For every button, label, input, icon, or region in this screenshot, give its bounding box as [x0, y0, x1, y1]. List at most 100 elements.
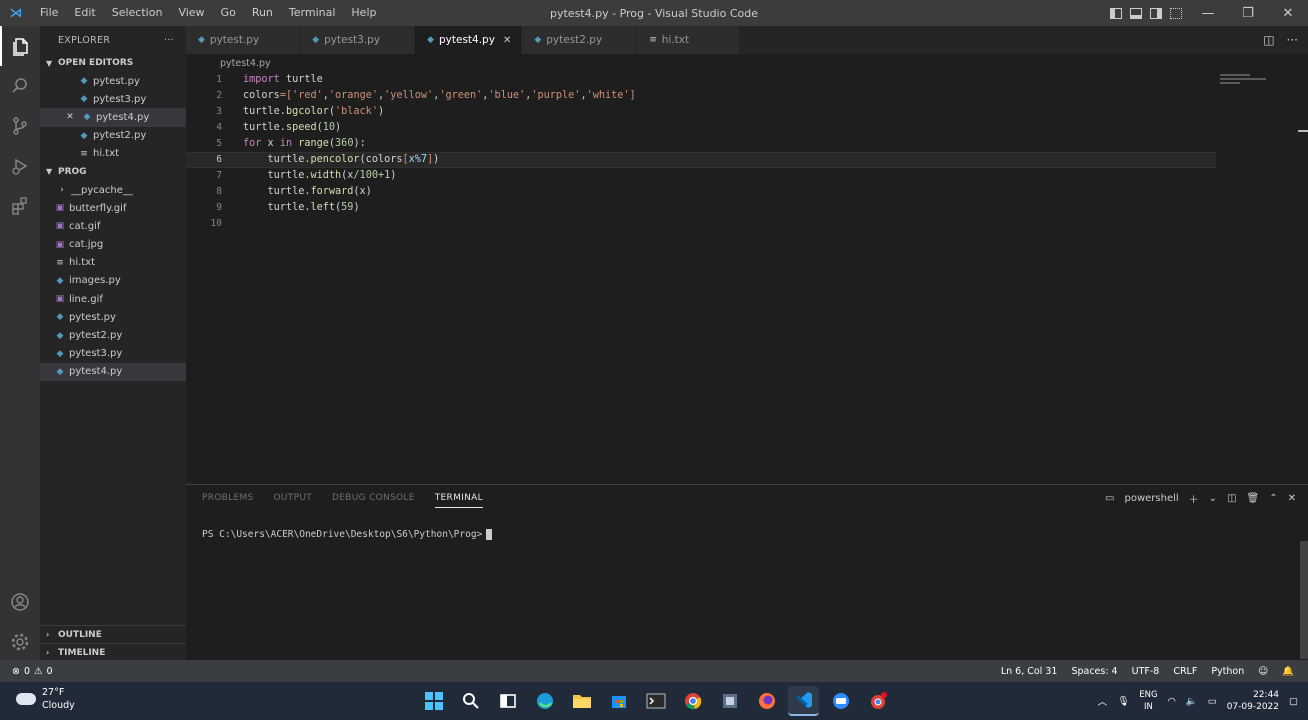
clock[interactable]: 22:44 07-09-2022 [1227, 689, 1279, 713]
close-editor-icon[interactable]: ✕ [62, 112, 78, 122]
line-ending[interactable]: CRLF [1173, 666, 1197, 677]
windows-start-icon[interactable] [418, 686, 449, 716]
chrome-icon[interactable] [677, 686, 708, 716]
breadcrumb-file[interactable]: pytest4.py [220, 58, 271, 69]
source-control-icon[interactable] [0, 106, 40, 146]
toggle-sidebar-icon[interactable] [1110, 7, 1122, 19]
volume-icon[interactable]: 🔈 [1186, 696, 1198, 707]
search-icon[interactable] [455, 686, 486, 716]
microphone-icon[interactable]: 🎙 [1117, 696, 1129, 707]
file-item[interactable]: ◆ pytest.py [40, 308, 186, 326]
terminal-scrollbar[interactable] [1300, 541, 1308, 659]
settings-gear-icon[interactable] [0, 622, 40, 662]
more-actions-icon[interactable]: ··· [1287, 33, 1298, 47]
cursor-position[interactable]: Ln 6, Col 31 [1001, 666, 1058, 677]
menu-help[interactable]: Help [343, 0, 384, 26]
store-icon[interactable] [603, 686, 634, 716]
open-editors-section[interactable]: ▼ OPEN EDITORS [40, 54, 186, 72]
search-icon[interactable] [0, 66, 40, 106]
tab-pytest[interactable]: ◆ pytest.py [186, 26, 301, 54]
close-panel-icon[interactable]: ✕ [1288, 493, 1296, 504]
notifications-bell-icon[interactable]: 🔔 [1282, 666, 1294, 677]
chevron-up-icon[interactable]: ︿ [1098, 694, 1108, 708]
tab-problems[interactable]: PROBLEMS [202, 493, 254, 508]
outline-section[interactable]: › OUTLINE [40, 625, 186, 643]
tab-pytest2[interactable]: ◆ pytest2.py [522, 26, 638, 54]
battery-icon[interactable]: ▭ [1208, 696, 1217, 707]
file-item[interactable]: ▣ cat.jpg [40, 236, 186, 254]
file-item[interactable]: ▣ butterfly.gif [40, 199, 186, 217]
code-editor[interactable]: 1 import turtle 2 colors=['red','orange'… [186, 72, 1308, 484]
tab-terminal[interactable]: TERMINAL [434, 493, 483, 508]
split-terminal-icon[interactable]: ◫ [1227, 493, 1236, 504]
account-icon[interactable] [0, 582, 40, 622]
chrome-profile-icon[interactable] [862, 686, 893, 716]
chat-app-icon[interactable] [825, 686, 856, 716]
extensions-icon[interactable] [0, 186, 40, 226]
problems-indicator[interactable]: ⊗ 0 ⚠ 0 [0, 666, 53, 677]
folder-item-pycache[interactable]: › __pycache__ [40, 181, 186, 199]
terminal-output[interactable]: PS C:\Users\ACER\OneDrive\Desktop\S6\Pyt… [202, 529, 493, 540]
toggle-panel-icon[interactable] [1130, 7, 1142, 19]
open-editor-item[interactable]: ◆ pytest2.py [40, 127, 186, 145]
new-terminal-icon[interactable]: ＋ [1189, 491, 1199, 506]
trash-icon[interactable]: 🗑 [1247, 493, 1260, 504]
maximize-icon[interactable]: ❐ [1228, 0, 1268, 26]
open-editor-item[interactable]: ◆ pytest3.py [40, 90, 186, 108]
indentation[interactable]: Spaces: 4 [1071, 666, 1117, 677]
close-tab-icon[interactable]: ✕ [503, 35, 511, 46]
file-explorer-icon[interactable] [566, 686, 597, 716]
file-item[interactable]: ◆ pytest3.py [40, 345, 186, 363]
file-item[interactable]: ◆ pytest2.py [40, 326, 186, 344]
encoding[interactable]: UTF-8 [1132, 666, 1160, 677]
open-editor-item-active[interactable]: ✕ ◆ pytest4.py [40, 108, 186, 127]
split-editor-icon[interactable]: ◫ [1263, 33, 1274, 47]
chevron-down-icon[interactable]: ⌄ [1209, 493, 1217, 504]
customize-layout-icon[interactable] [1170, 7, 1182, 19]
firefox-icon[interactable] [751, 686, 782, 716]
tab-debug-console[interactable]: DEBUG CONSOLE [332, 493, 415, 508]
tab-hi-txt[interactable]: ≡ hi.txt [637, 26, 741, 54]
notification-icon[interactable]: ▢ [1289, 696, 1298, 707]
menu-view[interactable]: View [170, 0, 212, 26]
app-window-icon[interactable] [714, 686, 745, 716]
more-actions-icon[interactable]: ··· [164, 35, 174, 46]
maximize-panel-icon[interactable]: ⌃ [1269, 493, 1277, 504]
explorer-icon[interactable] [0, 26, 40, 66]
terminal-app-icon[interactable] [640, 686, 671, 716]
menu-edit[interactable]: Edit [66, 0, 103, 26]
run-debug-icon[interactable] [0, 146, 40, 186]
file-item[interactable]: ▣ line.gif [40, 290, 186, 308]
open-editor-item[interactable]: ◆ pytest.py [40, 72, 186, 90]
file-item[interactable]: ▣ cat.gif [40, 217, 186, 235]
open-editor-item[interactable]: ≡ hi.txt [40, 145, 186, 163]
task-view-icon[interactable] [492, 686, 523, 716]
close-icon[interactable]: ✕ [1268, 0, 1308, 26]
toggle-secondary-sidebar-icon[interactable] [1150, 7, 1162, 19]
wifi-icon[interactable]: ◠ [1168, 696, 1176, 707]
terminal-shell-name[interactable]: powershell [1125, 493, 1179, 504]
folder-section-prog[interactable]: ▼ PROG [40, 163, 186, 181]
minimap[interactable] [1220, 74, 1268, 86]
feedback-icon[interactable]: ☺ [1258, 666, 1268, 677]
file-item[interactable]: ◆ images.py [40, 272, 186, 290]
tab-output[interactable]: OUTPUT [274, 493, 312, 508]
minimize-icon[interactable]: — [1188, 0, 1228, 26]
language-mode[interactable]: Python [1211, 666, 1244, 677]
menu-terminal[interactable]: Terminal [281, 0, 344, 26]
menu-selection[interactable]: Selection [104, 0, 171, 26]
vscode-taskbar-icon[interactable] [788, 686, 819, 716]
file-item[interactable]: ≡ hi.txt [40, 254, 186, 272]
language-indicator[interactable]: ENG IN [1139, 689, 1157, 713]
menu-file[interactable]: File [32, 0, 66, 26]
tab-pytest3[interactable]: ◆ pytest3.py [300, 26, 416, 54]
file-item-active[interactable]: ◆ pytest4.py [40, 362, 186, 381]
weather-widget[interactable]: 27°F Cloudy [16, 686, 75, 712]
menu-run[interactable]: Run [244, 0, 281, 26]
scrollbar-marker [1298, 130, 1308, 132]
timeline-section[interactable]: › TIMELINE [40, 643, 186, 661]
breadcrumb[interactable]: pytest4.py [186, 54, 1308, 72]
edge-browser-icon[interactable] [529, 686, 560, 716]
menu-go[interactable]: Go [213, 0, 244, 26]
tab-pytest4[interactable]: ◆ pytest4.py ✕ [415, 26, 523, 54]
